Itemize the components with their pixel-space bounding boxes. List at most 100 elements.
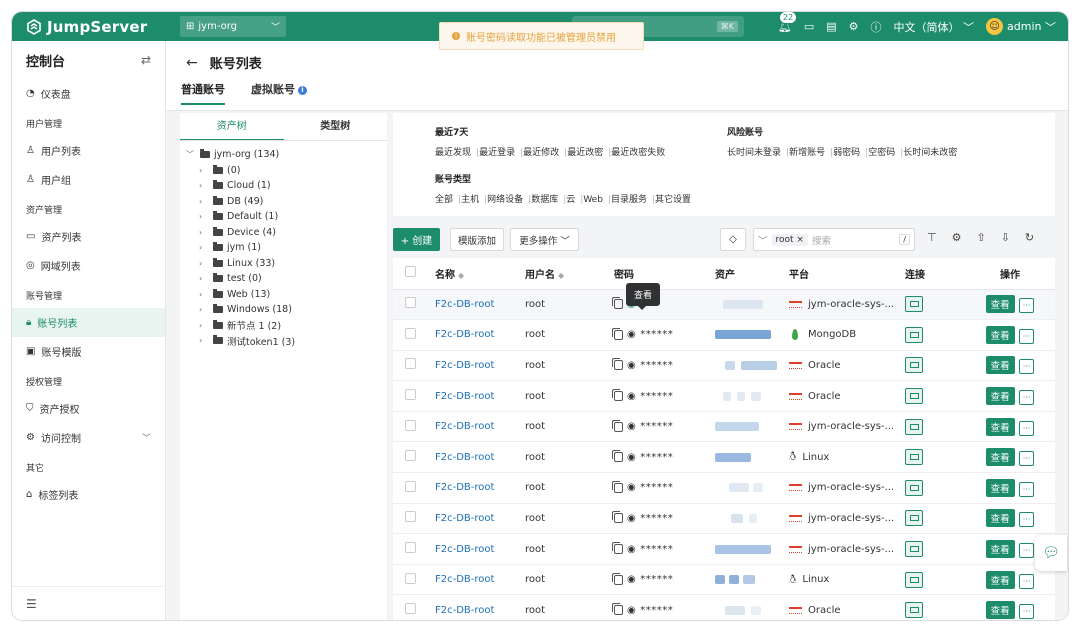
view-button[interactable]: 查看 [985,295,1015,314]
eye-icon[interactable]: ◉ [627,574,636,585]
filter-link[interactable]: 网络设备 [487,195,523,205]
view-button[interactable]: 查看 [985,387,1015,406]
tab-asset-tree[interactable]: 资产树 [180,113,284,140]
sidebar-item-user-list[interactable]: ♙ 用户列表 [12,136,165,165]
copy-icon[interactable] [612,511,623,524]
table-search-input[interactable]: ﹀ root × 搜索 / [753,228,915,251]
template-add-button[interactable]: 模版添加 [450,228,504,251]
table-row[interactable]: F2c-DB-root root ◉ ****** Oracle 查看 ··· [393,380,1055,412]
select-all-checkbox[interactable] [405,266,416,278]
copy-icon[interactable] [612,542,623,555]
create-button[interactable]: + 创建 [393,228,440,251]
upload-icon[interactable]: ⇧ [976,231,985,244]
filter-link[interactable]: 最近改密失败 [611,148,665,158]
more-button[interactable]: ··· [1018,390,1035,406]
connect-button[interactable] [905,357,923,374]
tab-virtual-accounts[interactable]: 虚拟账号 i [251,81,307,105]
view-button[interactable]: 查看 [985,478,1015,497]
eye-icon[interactable]: ◉ [627,452,636,463]
tree-node[interactable]: › Windows (18) [180,302,387,318]
more-button[interactable]: ··· [1018,512,1035,528]
account-name-link[interactable]: F2c-DB-root [435,482,494,493]
copy-icon[interactable] [612,572,623,585]
row-checkbox[interactable] [405,572,416,584]
more-button[interactable]: ··· [1018,298,1035,314]
account-name-link[interactable]: F2c-DB-root [435,299,494,310]
eye-icon[interactable]: ◉ [627,329,636,340]
sidebar-item-user-group[interactable]: ♙ 用户组 [12,165,165,194]
filter-link[interactable]: 全部 [435,195,453,205]
column-filter-icon[interactable]: ⊤ [927,231,937,244]
copy-icon[interactable] [612,297,623,310]
more-button[interactable]: ··· [1018,481,1035,497]
sidebar-item-domain-list[interactable]: ◎ 网域列表 [12,251,165,280]
connect-button[interactable] [905,541,923,558]
account-name-link[interactable]: F2c-DB-root [435,329,494,340]
eye-icon[interactable]: ◉ [627,421,636,432]
connect-button[interactable] [905,510,923,527]
connect-button[interactable] [905,602,923,619]
view-button[interactable]: 查看 [985,448,1015,467]
eye-icon[interactable]: ◉ [627,482,636,493]
filter-link[interactable]: 长时间未改密 [903,148,957,158]
copy-icon[interactable] [612,603,623,616]
tab-type-tree[interactable]: 类型树 [284,113,388,140]
tree-node[interactable]: › Default (1) [180,209,387,225]
row-checkbox[interactable] [405,297,416,309]
connect-button[interactable] [905,479,923,496]
tree-node[interactable]: › Web (13) [180,287,387,303]
language-select[interactable]: 中文（简体） ﹀ [894,19,975,35]
table-row[interactable]: F2c-DB-root root ◉ ****** jym-oracle-sys-...… [393,472,1055,504]
more-button[interactable]: ··· [1018,420,1035,436]
col-header-username[interactable]: 用户名 ◆ [525,258,614,290]
sidebar-item-account-template[interactable]: ▣ 账号模版 [12,337,165,366]
tree-node[interactable]: › test (0) [180,271,387,287]
filter-link[interactable]: 最近发现 [435,148,471,158]
table-row[interactable]: F2c-DB-root root ◉ ****** 🐧︎ Linux 查看 ··· [393,441,1055,474]
org-select[interactable]: ⊞ jym-org ﹀ [180,16,286,37]
filter-link[interactable]: 主机 [461,195,479,205]
account-name-link[interactable]: F2c-DB-root [435,513,494,524]
sidebar-item-account-list[interactable]: 🔒︎ 账号列表 [12,308,165,337]
view-button[interactable]: 查看 [985,325,1015,344]
terminal-icon[interactable]: ▭ [804,20,814,33]
row-checkbox[interactable] [405,358,416,370]
more-button[interactable]: ··· [1018,604,1035,620]
connect-button[interactable] [905,418,923,435]
connect-button[interactable] [905,571,923,588]
filter-link[interactable]: 最近改密 [567,148,603,158]
view-button[interactable]: 查看 [985,570,1015,589]
sidebar-item-access-control[interactable]: ⚙ 访问控制 ﹀ [12,423,165,452]
filter-link[interactable]: Web [583,195,603,205]
search-chip[interactable]: root × [771,233,808,246]
filter-link[interactable]: 最近登录 [479,148,515,158]
view-button[interactable]: 查看 [985,601,1015,620]
refresh-icon[interactable]: ↻ [1025,231,1034,244]
tree-node[interactable]: › Cloud (1) [180,178,387,194]
copy-icon[interactable] [612,389,623,402]
filter-link[interactable]: 弱密码 [833,148,860,158]
more-button[interactable]: ··· [1018,328,1035,344]
row-checkbox[interactable] [405,450,416,462]
account-name-link[interactable]: F2c-DB-root [435,544,494,555]
tree-root-node[interactable]: ﹀ jym-org (134) [180,147,387,163]
tree-node[interactable]: › DB (49) [180,194,387,210]
account-name-link[interactable]: F2c-DB-root [435,574,494,585]
bell-icon[interactable]: 🔔︎ 22 [778,12,798,33]
download-icon[interactable]: ⇩ [1001,231,1010,244]
chat-assistant-icon[interactable]: 💬︎ [1035,535,1067,571]
more-button[interactable]: ··· [1018,451,1035,467]
table-row[interactable]: F2c-DB-root root ◉ ****** jym-oracle-sys-...… [393,503,1055,535]
view-button[interactable]: 查看 [985,509,1015,528]
view-button[interactable]: 查看 [985,540,1015,559]
app-logo[interactable]: JumpServer [26,18,176,36]
filter-link[interactable]: 目录服务 [611,195,647,205]
row-checkbox[interactable] [405,419,416,431]
eye-icon[interactable]: ◉ [627,605,636,616]
more-actions-button[interactable]: 更多操作 ﹀ [510,228,579,251]
help-icon[interactable]: ⓘ [871,19,882,35]
more-button[interactable]: ··· [1018,359,1035,375]
sidebar-item-dashboard[interactable]: ◔ 仪表盘 [12,79,165,108]
account-name-link[interactable]: F2c-DB-root [435,605,494,616]
sidebar-item-label-list[interactable]: ⌂ 标签列表 [12,480,165,509]
